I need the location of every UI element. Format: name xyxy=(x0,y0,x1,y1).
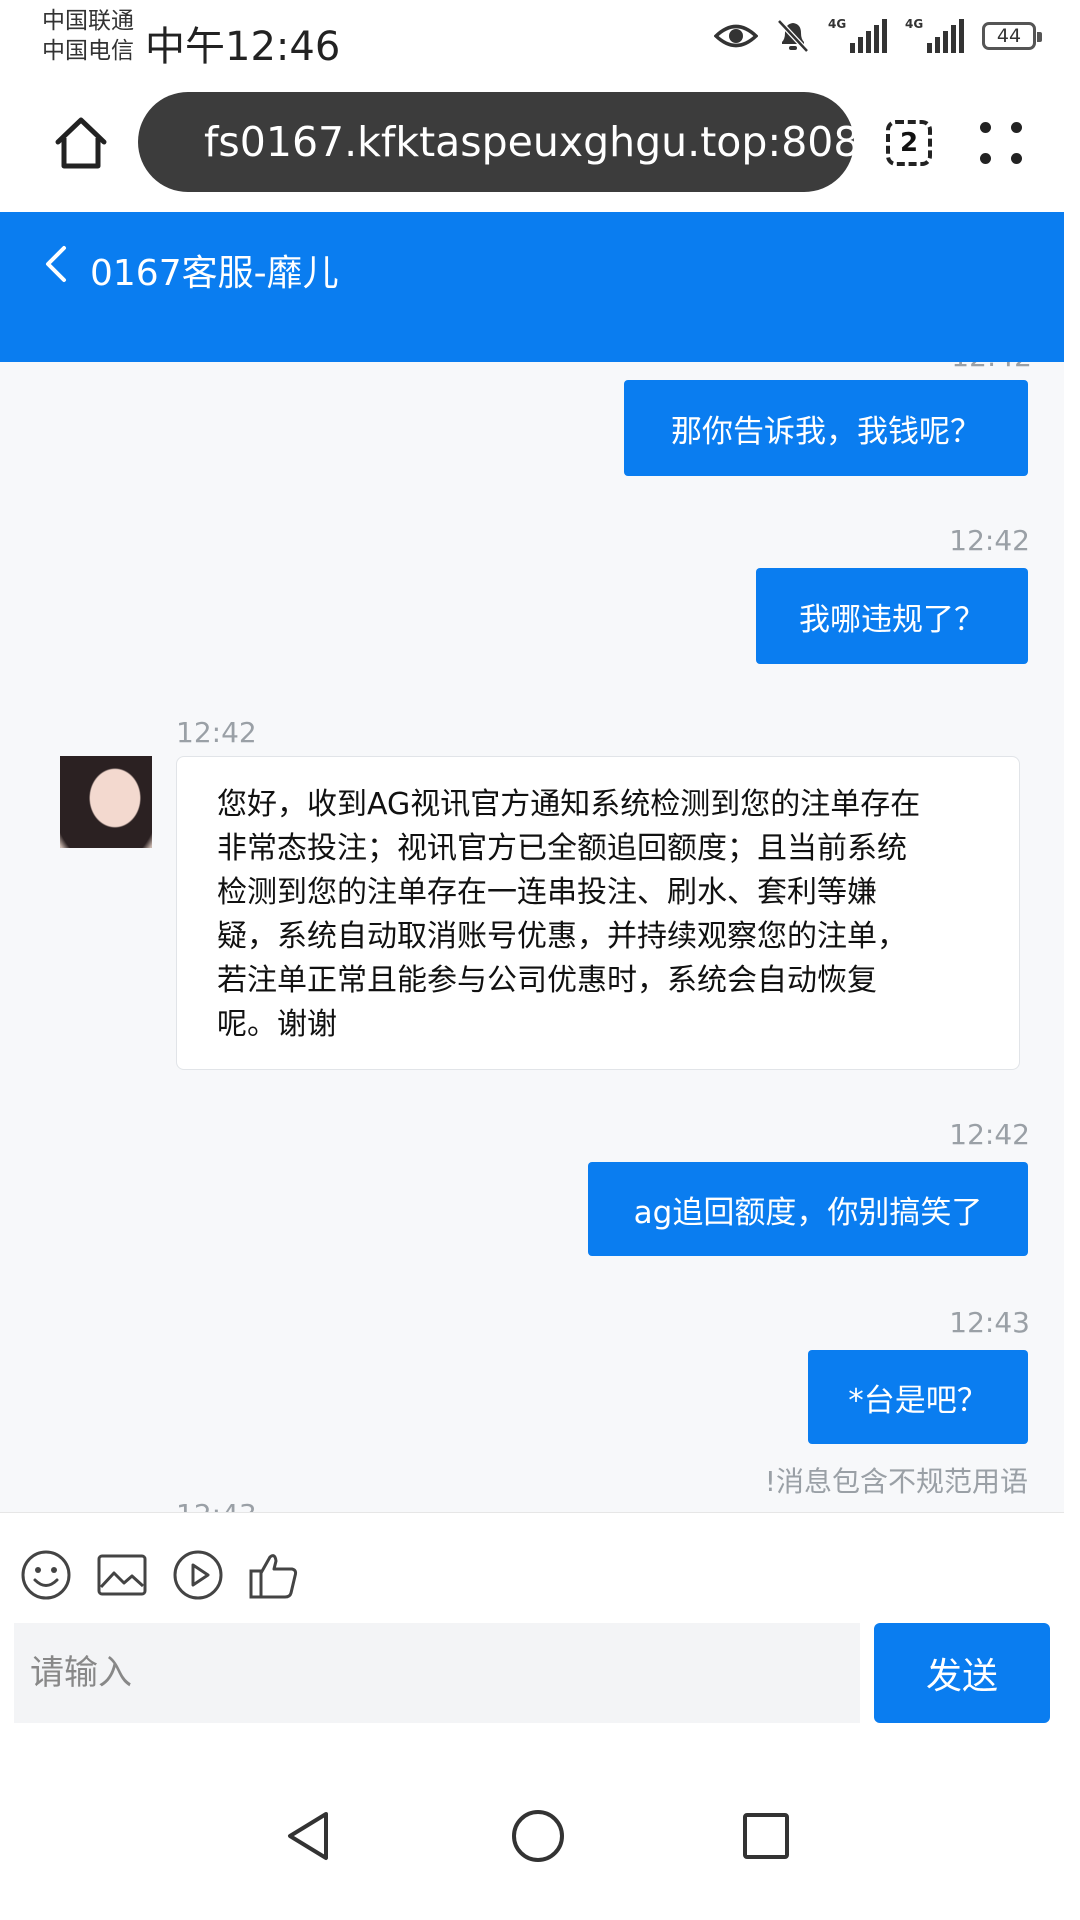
mute-bell-icon xyxy=(777,19,809,53)
message-list[interactable]: 12:42 那你告诉我，我钱呢？ 12:42 我哪违规了？ 12:42 您好，收… xyxy=(0,362,1064,1512)
message-bubble-incoming[interactable]: 您好，收到AG视讯官方通知系统检测到您的注单存在 非常态投注；视讯官方已全额追回… xyxy=(176,756,1020,1070)
signal-icon: 4G xyxy=(828,17,887,53)
menu-dots-icon[interactable] xyxy=(978,120,1024,166)
eye-icon xyxy=(714,24,758,48)
thumbs-up-icon[interactable] xyxy=(248,1549,300,1601)
emoji-icon[interactable] xyxy=(20,1549,72,1601)
message-time: 12:42 xyxy=(176,716,257,749)
carrier-2: 中国电信 xyxy=(42,38,134,64)
video-icon[interactable] xyxy=(172,1549,224,1601)
image-icon[interactable] xyxy=(96,1549,148,1601)
battery-icon: 44 xyxy=(982,22,1042,50)
message-time: 12:43 xyxy=(949,1306,1030,1339)
home-icon[interactable] xyxy=(52,114,110,172)
carrier-1: 中国联通 xyxy=(42,8,134,34)
message-bubble-outgoing[interactable]: 我哪违规了？ xyxy=(756,568,1028,664)
message-time: 12:42 xyxy=(949,1118,1030,1151)
address-bar[interactable]: fs0167.kfktaspeuxghgu.top:8088 xyxy=(138,92,886,192)
message-line: 检测到您的注单存在一连串投注、刷水、套利等嫌 xyxy=(217,875,877,910)
message-bubble-outgoing[interactable]: *台是吧？ xyxy=(808,1350,1028,1444)
system-nav-bar xyxy=(0,1752,1080,1920)
message-input[interactable] xyxy=(14,1623,860,1723)
network-type-2: 4G xyxy=(905,17,924,31)
network-type-1: 4G xyxy=(828,17,847,31)
message-bubble-outgoing[interactable]: ag追回额度，你别搞笑了 xyxy=(588,1162,1028,1256)
nav-back-icon[interactable] xyxy=(280,1806,340,1866)
chat-header: 0167客服-靡儿 xyxy=(0,212,1064,362)
message-line: 若注单正常且能参与公司优惠时，系统会自动恢复 xyxy=(217,963,877,998)
message-time: 12:42 xyxy=(951,362,1032,373)
message-bubble-outgoing[interactable]: 那你告诉我，我钱呢？ xyxy=(624,380,1028,476)
message-line: 非常态投注；视讯官方已全额追回额度；且当前系统 xyxy=(217,831,907,866)
url-text: fs0167.kfktaspeuxghgu.top:8088 xyxy=(204,118,886,166)
nav-recents-icon[interactable] xyxy=(736,1806,796,1866)
signal-icon: 4G xyxy=(905,17,964,53)
send-button[interactable]: 发送 xyxy=(874,1623,1050,1723)
chat-title: 0167客服-靡儿 xyxy=(90,253,339,294)
message-time: 12:42 xyxy=(949,524,1030,557)
back-chevron-icon[interactable] xyxy=(40,242,70,286)
tabs-icon[interactable]: 2 xyxy=(886,120,932,166)
status-bar: 中国联通 中国电信 中午12:46 4G 4G 44 xyxy=(0,0,1080,80)
carrier-labels: 中国联通 中国电信 xyxy=(42,6,134,66)
message-line: 疑，系统自动取消账号优惠，并持续观察您的注单， xyxy=(217,919,907,954)
message-warning: !消息包含不规范用语 xyxy=(764,1465,1028,1498)
composer: 发送 xyxy=(0,1512,1064,1753)
message-line: 您好，收到AG视讯官方通知系统检测到您的注单存在 xyxy=(217,787,921,822)
message-time: 12:43 xyxy=(176,1498,257,1512)
browser-toolbar: fs0167.kfktaspeuxghgu.top:8088 2 xyxy=(0,80,1080,212)
status-icons: 4G 4G 44 xyxy=(714,16,1042,56)
message-line: 呢。谢谢 xyxy=(217,1007,337,1042)
status-time: 中午12:46 xyxy=(145,24,341,70)
agent-avatar xyxy=(60,756,152,848)
nav-home-icon[interactable] xyxy=(508,1806,568,1866)
